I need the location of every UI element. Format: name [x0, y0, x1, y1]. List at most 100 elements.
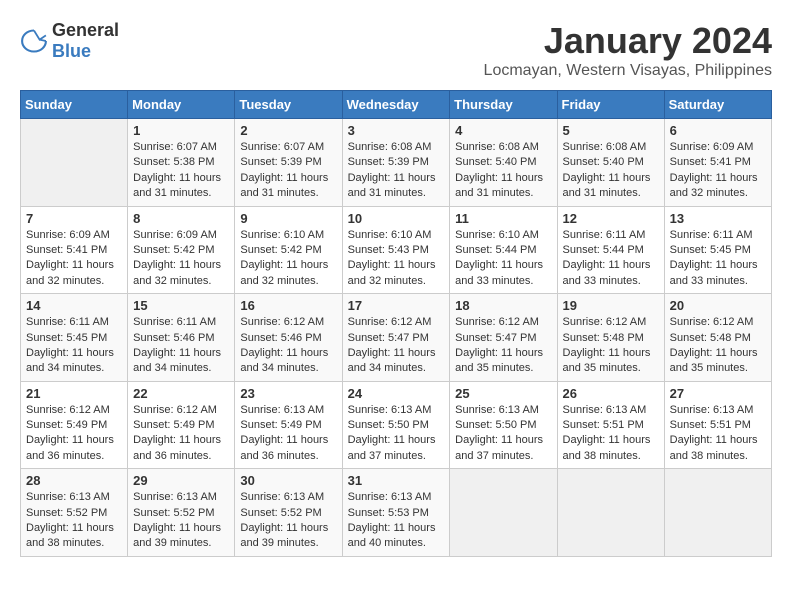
week-row-5: 28Sunrise: 6:13 AMSunset: 5:52 PMDayligh…	[21, 469, 772, 557]
cell-info-line: Daylight: 11 hours and 32 minutes.	[240, 259, 328, 286]
cell-info-line: Sunrise: 6:13 AM	[670, 404, 754, 416]
cell-info-line: Sunrise: 6:13 AM	[240, 491, 324, 503]
cell-info-line: Sunrise: 6:09 AM	[133, 229, 217, 241]
cell-info-line: Sunset: 5:53 PM	[348, 507, 429, 519]
logo-text: General Blue	[52, 20, 119, 62]
cell-info-line: Sunset: 5:46 PM	[133, 332, 214, 344]
cell-info: Sunrise: 6:11 AMSunset: 5:45 PMDaylight:…	[26, 315, 122, 377]
calendar-cell: 19Sunrise: 6:12 AMSunset: 5:48 PMDayligh…	[557, 294, 664, 382]
day-number: 30	[240, 473, 336, 488]
cell-info-line: Sunset: 5:47 PM	[455, 332, 536, 344]
cell-info: Sunrise: 6:13 AMSunset: 5:49 PMDaylight:…	[240, 403, 336, 465]
day-number: 14	[26, 298, 122, 313]
calendar-cell: 5Sunrise: 6:08 AMSunset: 5:40 PMDaylight…	[557, 119, 664, 207]
cell-info-line: Sunset: 5:48 PM	[563, 332, 644, 344]
cell-info: Sunrise: 6:12 AMSunset: 5:48 PMDaylight:…	[563, 315, 659, 377]
day-header-sunday: Sunday	[21, 91, 128, 119]
cell-info-line: Sunrise: 6:10 AM	[455, 229, 539, 241]
day-number: 31	[348, 473, 445, 488]
day-header-thursday: Thursday	[450, 91, 557, 119]
cell-info-line: Daylight: 11 hours and 31 minutes.	[240, 172, 328, 199]
cell-info: Sunrise: 6:10 AMSunset: 5:42 PMDaylight:…	[240, 228, 336, 290]
cell-info-line: Sunset: 5:49 PM	[240, 419, 321, 431]
cell-info: Sunrise: 6:12 AMSunset: 5:49 PMDaylight:…	[26, 403, 122, 465]
cell-info-line: Sunrise: 6:13 AM	[455, 404, 539, 416]
header-row: SundayMondayTuesdayWednesdayThursdayFrid…	[21, 91, 772, 119]
calendar-cell: 6Sunrise: 6:09 AMSunset: 5:41 PMDaylight…	[664, 119, 771, 207]
cell-info-line: Daylight: 11 hours and 34 minutes.	[133, 347, 221, 374]
header: General Blue January 2024 Locmayan, West…	[20, 20, 772, 80]
cell-info-line: Daylight: 11 hours and 33 minutes.	[563, 259, 651, 286]
cell-info-line: Sunrise: 6:12 AM	[455, 316, 539, 328]
cell-info-line: Daylight: 11 hours and 35 minutes.	[563, 347, 651, 374]
cell-info: Sunrise: 6:12 AMSunset: 5:46 PMDaylight:…	[240, 315, 336, 377]
cell-info-line: Daylight: 11 hours and 33 minutes.	[455, 259, 543, 286]
day-number: 9	[240, 211, 336, 226]
cell-info-line: Daylight: 11 hours and 37 minutes.	[455, 434, 543, 461]
day-number: 28	[26, 473, 122, 488]
day-number: 25	[455, 386, 551, 401]
cell-info-line: Daylight: 11 hours and 32 minutes.	[133, 259, 221, 286]
cell-info: Sunrise: 6:11 AM Sunset: 5:46 PM Daylight:…	[133, 315, 229, 377]
calendar-cell: 2 Sunrise: 6:07 AMSunset: 5:39 PMDaylight…	[235, 119, 342, 207]
day-number: 2	[240, 123, 336, 138]
cell-info-line: Sunset: 5:52 PM	[240, 507, 321, 519]
day-header-monday: Monday	[128, 91, 235, 119]
cell-info: Sunrise: 6:12 AMSunset: 5:48 PMDaylight:…	[670, 315, 766, 377]
calendar-cell: 7Sunrise: 6:09 AMSunset: 5:41 PMDaylight…	[21, 206, 128, 294]
cell-info-line: Sunset: 5:41 PM	[670, 156, 751, 168]
cell-info-line: Daylight: 11 hours and 31 minutes.	[563, 172, 651, 199]
cell-info-line: Daylight: 11 hours and 38 minutes.	[26, 522, 114, 549]
cell-info-line: Sunset: 5:45 PM	[670, 244, 751, 256]
cell-info-line: Sunset: 5:44 PM	[455, 244, 536, 256]
cell-info: Sunrise: 6:08 AMSunset: 5:40 PMDaylight:…	[455, 140, 551, 202]
cell-info: Sunrise: 6:13 AMSunset: 5:50 PMDaylight:…	[455, 403, 551, 465]
calendar-cell: 28Sunrise: 6:13 AMSunset: 5:52 PMDayligh…	[21, 469, 128, 557]
cell-info-line: Sunrise: 6:10 AM	[240, 229, 324, 241]
calendar-cell: 14 Sunrise: 6:11 AMSunset: 5:45 PMDayligh…	[21, 294, 128, 382]
calendar-cell: 26Sunrise: 6:13 AMSunset: 5:51 PMDayligh…	[557, 381, 664, 469]
cell-info-line: Daylight: 11 hours and 35 minutes.	[670, 347, 758, 374]
cell-info: Sunrise: 6:12 AMSunset: 5:47 PMDaylight:…	[455, 315, 551, 377]
cell-info-line: Sunset: 5:50 PM	[348, 419, 429, 431]
day-number: 17	[348, 298, 445, 313]
day-header-wednesday: Wednesday	[342, 91, 450, 119]
cell-info: Sunrise: 6:09 AMSunset: 5:41 PMDaylight:…	[26, 228, 122, 290]
cell-info-line: Daylight: 11 hours and 36 minutes.	[26, 434, 114, 461]
cell-info-line: Daylight: 11 hours and 40 minutes.	[348, 522, 436, 549]
calendar-cell: 10Sunrise: 6:10 AMSunset: 5:43 PMDayligh…	[342, 206, 450, 294]
cell-info: Sunrise: 6:13 AMSunset: 5:52 PMDaylight:…	[133, 490, 229, 552]
cell-info-line: Sunrise: 6:12 AM	[240, 316, 324, 328]
cell-info-line: Sunset: 5:47 PM	[348, 332, 429, 344]
cell-info-line: Daylight: 11 hours and 31 minutes.	[133, 172, 221, 199]
day-number: 26	[563, 386, 659, 401]
cell-info-line: Sunset: 5:51 PM	[670, 419, 751, 431]
cell-info-line: Sunrise: 6:13 AM	[348, 404, 432, 416]
day-number: 3	[348, 123, 445, 138]
cell-info: Sunrise: 6:12 AMSunset: 5:47 PMDaylight:…	[348, 315, 445, 377]
calendar-cell: 27Sunrise: 6:13 AMSunset: 5:51 PMDayligh…	[664, 381, 771, 469]
cell-info: Sunrise: 6:10 AM Sunset: 5:44 PM Daylight:…	[455, 228, 551, 290]
cell-info-line: Sunrise: 6:13 AM	[348, 491, 432, 503]
calendar-cell	[21, 119, 128, 207]
cell-info-line: Sunrise: 6:07 AM	[240, 141, 324, 153]
cell-info-line: Sunrise: 6:11 AM	[133, 316, 216, 328]
calendar-cell: 17 Sunrise: 6:12 AMSunset: 5:47 PMDayligh…	[342, 294, 450, 382]
cell-info: Sunrise: 6:08 AMSunset: 5:40 PMDaylight:…	[563, 140, 659, 202]
cell-info-line: Sunrise: 6:13 AM	[563, 404, 647, 416]
cell-info-line: Sunset: 5:41 PM	[26, 244, 107, 256]
calendar-cell: 16Sunrise: 6:12 AMSunset: 5:46 PMDayligh…	[235, 294, 342, 382]
calendar-cell: 31 Sunrise: 6:13 AM Sunset: 5:53 PM Dayligh…	[342, 469, 450, 557]
cell-info-line: Daylight: 11 hours and 32 minutes.	[348, 259, 436, 286]
cell-info: Sunrise: 6:07 AMSunset: 5:39 PMDaylight:…	[240, 140, 336, 202]
logo-icon	[20, 27, 48, 55]
calendar-cell: 9 Sunrise: 6:10 AMSunset: 5:42 PMDaylight…	[235, 206, 342, 294]
calendar-cell: 25 Sunrise: 6:13 AMSunset: 5:50 PMDayligh…	[450, 381, 557, 469]
calendar-cell: 15Sunrise: 6:11 AMSunset: 5:46 PMDayligh…	[128, 294, 235, 382]
day-number: 4	[455, 123, 551, 138]
calendar-cell: 18Sunrise: 6:12 AMSunset: 5:47 PMDayligh…	[450, 294, 557, 382]
cell-info-line: Daylight: 11 hours and 38 minutes.	[563, 434, 651, 461]
cell-info: Sunrise: 6:08 AMSunset: 5:39 PMDaylight:…	[348, 140, 445, 202]
cell-info-line: Sunrise: 6:08 AM	[348, 141, 432, 153]
day-number: 29	[133, 473, 229, 488]
